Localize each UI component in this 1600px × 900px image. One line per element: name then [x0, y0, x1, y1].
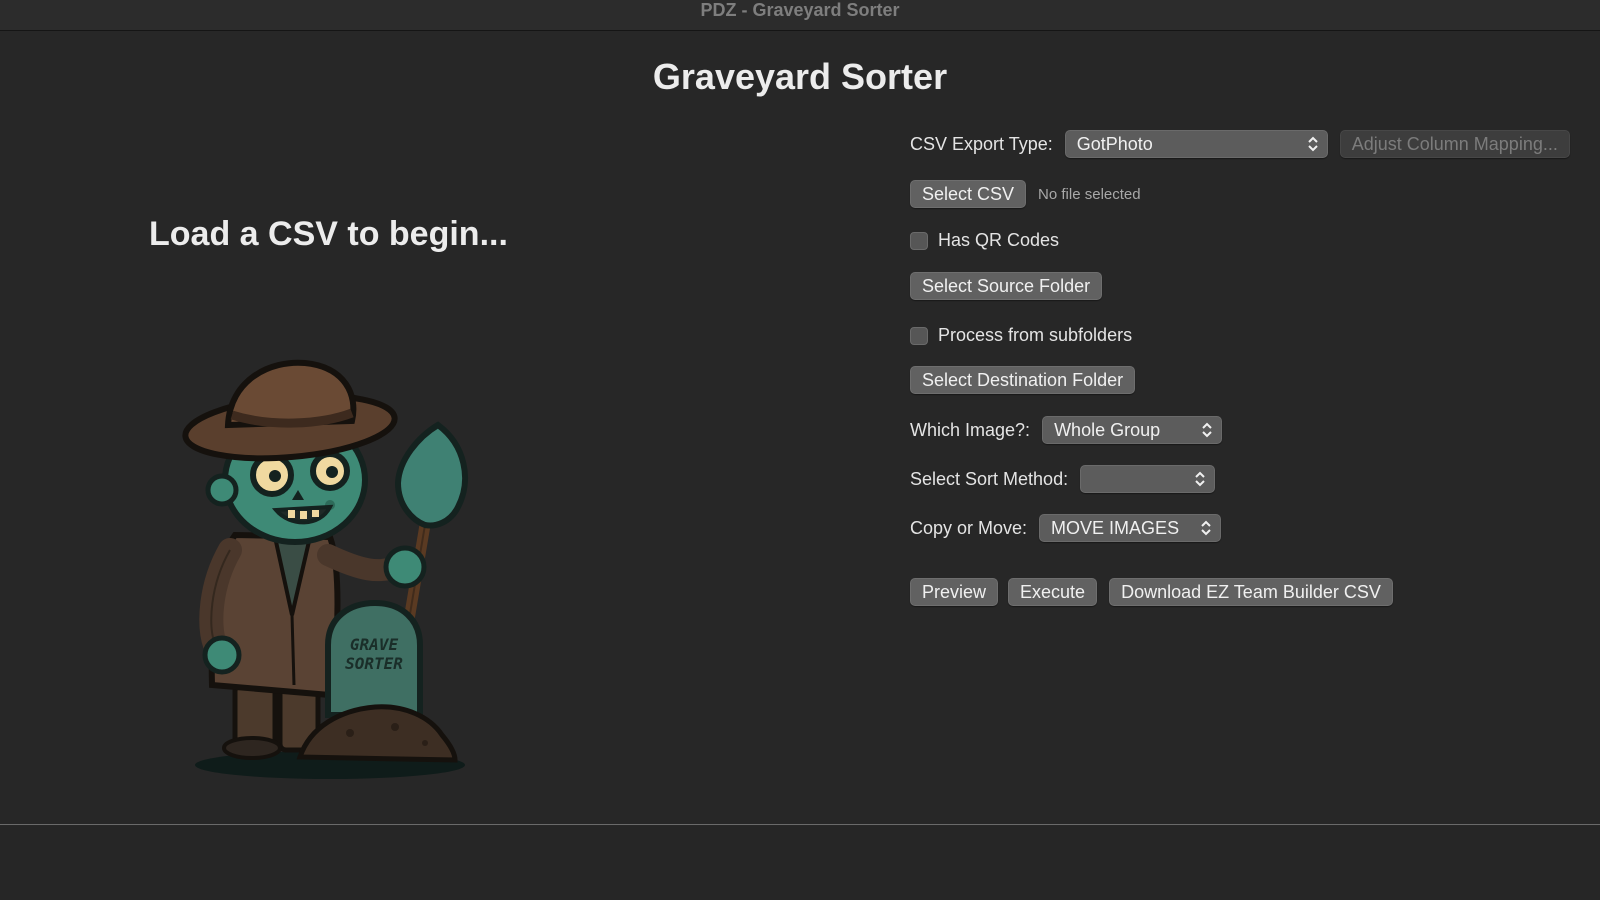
select-csv-label: Select CSV: [922, 184, 1015, 204]
copy-move-select[interactable]: MOVE IMAGES: [1039, 514, 1222, 542]
app-heading: Graveyard Sorter: [652, 56, 948, 97]
select-stepper-icon: [1201, 520, 1211, 536]
adjust-column-mapping-button[interactable]: Adjust Column Mapping...: [1339, 130, 1570, 158]
select-source-folder-button[interactable]: Select Source Folder: [910, 272, 1103, 300]
has-qr-label: Has QR Codes: [938, 230, 1060, 250]
tombstone-text-line1: GRAVE: [350, 635, 399, 654]
which-image-row: Which Image?: Whole Group: [910, 416, 1223, 444]
subfolders-label: Process from subfolders: [938, 325, 1133, 345]
select-csv-row: Select CSV No file selected: [910, 180, 1141, 208]
footer-divider: [0, 824, 1600, 825]
select-source-folder-label: Select Source Folder: [922, 276, 1091, 296]
sort-method-row: Select Sort Method:: [910, 465, 1216, 493]
preview-button[interactable]: Preview: [910, 578, 999, 606]
copy-move-row: Copy or Move: MOVE IMAGES: [910, 514, 1222, 542]
window-titlebar[interactable]: PDZ - Graveyard Sorter: [0, 0, 1600, 31]
sort-method-label: Select Sort Method:: [910, 468, 1069, 489]
execute-button[interactable]: Execute: [1008, 578, 1098, 606]
export-type-label: CSV Export Type:: [910, 133, 1053, 154]
execute-label: Execute: [1020, 582, 1086, 602]
select-stepper-icon: [1308, 136, 1318, 152]
preview-label: Preview: [922, 582, 987, 602]
download-ez-team-builder-button[interactable]: Download EZ Team Builder CSV: [1109, 578, 1393, 606]
download-ez-team-builder-label: Download EZ Team Builder CSV: [1121, 582, 1381, 602]
select-stepper-icon: [1195, 471, 1205, 487]
has-qr-row[interactable]: Has QR Codes: [910, 230, 1059, 251]
select-stepper-icon: [1202, 422, 1212, 438]
subfolders-checkbox[interactable]: [910, 326, 928, 345]
adjust-column-mapping-label: Adjust Column Mapping...: [1351, 134, 1558, 154]
which-image-label: Which Image?:: [910, 419, 1031, 440]
source-folder-row: Select Source Folder: [910, 272, 1103, 300]
action-buttons-row: Preview Execute Download EZ Team Builder…: [910, 578, 1393, 606]
subfolders-row[interactable]: Process from subfolders: [910, 325, 1132, 346]
copy-move-label: Copy or Move:: [910, 517, 1028, 538]
which-image-select[interactable]: Whole Group: [1042, 416, 1223, 444]
export-type-value: GotPhoto: [1076, 134, 1153, 154]
zombie-mascot-icon: GRAVE SORTER: [182, 359, 468, 779]
csv-file-status: No file selected: [1038, 185, 1141, 203]
has-qr-checkbox[interactable]: [910, 231, 928, 250]
footer-area: [0, 826, 1600, 900]
export-type-select[interactable]: GotPhoto: [1064, 130, 1328, 158]
export-type-row: CSV Export Type: GotPhoto Adjust Column …: [910, 130, 1570, 158]
which-image-value: Whole Group: [1054, 420, 1161, 440]
load-csv-prompt: Load a CSV to begin...: [149, 215, 508, 253]
sort-method-select[interactable]: [1080, 465, 1216, 493]
window-title: PDZ - Graveyard Sorter: [700, 0, 900, 20]
select-destination-folder-label: Select Destination Folder: [922, 370, 1124, 390]
select-csv-button[interactable]: Select CSV: [910, 180, 1027, 208]
copy-move-value: MOVE IMAGES: [1051, 518, 1180, 538]
destination-folder-row: Select Destination Folder: [910, 366, 1136, 394]
tombstone-text-line2: SORTER: [345, 654, 403, 673]
select-destination-folder-button[interactable]: Select Destination Folder: [910, 366, 1136, 394]
